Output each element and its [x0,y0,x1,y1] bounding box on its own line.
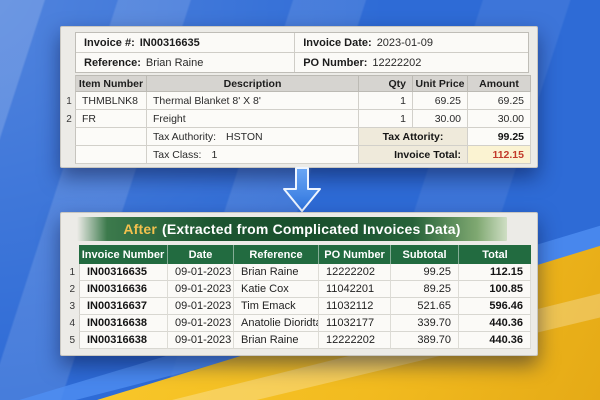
invoice-number-value: IN00316635 [140,37,200,49]
row-number-header [63,245,79,264]
col-header-amount: Amount [468,75,531,92]
reference-cell: Tim Emack [234,298,319,315]
invoice-total-value-cell: 112.15 [468,146,531,164]
invoice-total-label-cell: Invoice Total: [359,146,468,164]
unit-price-cell: 30.00 [413,110,468,128]
col-header-item-number: Item Number [75,75,147,92]
reference-value: Brian Raine [146,57,203,69]
tax-authority-label: Tax Authority: [153,131,216,143]
invoice-number-cell: IN00316638 [79,315,168,332]
after-banner-highlight: After [123,221,157,237]
qty-cell: 1 [359,92,413,110]
invoice-header-fields: Invoice #: IN00316635 Invoice Date: 2023… [75,32,529,73]
description-cell: Thermal Blanket 8' X 8' [147,92,359,110]
po-number-label: PO Number: [303,57,367,69]
subtotal-cell: 521.65 [391,298,459,315]
amount-cell: 69.25 [468,92,531,110]
invoice-items-table: Item Number Description Qty Unit Price A… [63,75,531,164]
invoice-number-cell: IN00316635 [79,264,168,281]
date-cell: 09-01-2023 [168,298,234,315]
row-number: 2 [63,281,79,298]
date-cell: 09-01-2023 [168,264,234,281]
reference-cell: Katie Cox [234,281,319,298]
item-number-cell-empty [75,146,147,164]
invoice-number-cell: IN00316636 [79,281,168,298]
down-arrow-icon [280,167,324,214]
subtotal-cell: 339.70 [391,315,459,332]
tax-class-value: 1 [211,149,217,161]
subtotal-cell: 389.70 [391,332,459,349]
total-cell: 440.36 [459,315,531,332]
col-header-unit-price: Unit Price [413,75,468,92]
invoice-date-label: Invoice Date: [303,37,371,49]
tax-class-cell: Tax Class: 1 [147,146,359,164]
date-cell: 09-01-2023 [168,281,234,298]
invoice-date-value: 2023-01-09 [377,37,433,49]
item-number-cell: FR [75,110,147,128]
po-number-cell: 11032177 [319,315,391,332]
total-cell: 596.46 [459,298,531,315]
po-number-cell: 11042201 [319,281,391,298]
tax-authority-value: HSTON [226,131,263,143]
po-number-cell: 12222202 [319,332,391,349]
reference-cell: Anatolie Dioridta [234,315,319,332]
item-number-cell-empty [75,128,147,146]
invoice-card: Invoice #: IN00316635 Invoice Date: 2023… [60,26,538,168]
col-header-total: Total [459,245,531,264]
row-number: 2 [63,110,75,128]
row-number: 1 [63,264,79,281]
row-number-header [63,75,75,92]
field-reference: Reference: Brian Raine [76,53,295,72]
row-number [63,146,75,164]
subtotal-cell: 99.25 [391,264,459,281]
field-po-number: PO Number: 12222202 [295,53,528,72]
total-cell: 112.15 [459,264,531,281]
col-header-description: Description [147,75,359,92]
tax-authority-cell: Tax Authority: HSTON [147,128,359,146]
invoice-number-cell: IN00316637 [79,298,168,315]
reference-cell: Brian Raine [234,264,319,281]
po-number-cell: 11032112 [319,298,391,315]
tax-class-label: Tax Class: [153,149,201,161]
invoice-number-cell: IN00316638 [79,332,168,349]
after-table: Invoice Number Date Reference PO Number … [63,245,531,349]
po-number-cell: 12222202 [319,264,391,281]
row-number: 4 [63,315,79,332]
reference-cell: Brian Raine [234,332,319,349]
reference-label: Reference: [84,57,141,69]
total-cell: 100.85 [459,281,531,298]
row-number: 5 [63,332,79,349]
field-invoice-number: Invoice #: IN00316635 [76,33,295,53]
col-header-subtotal: Subtotal [391,245,459,264]
after-card: After (Extracted from Complicated Invoic… [60,212,538,356]
col-header-date: Date [168,245,234,264]
date-cell: 09-01-2023 [168,332,234,349]
po-number-value: 12222202 [372,57,421,69]
col-header-invoice-number: Invoice Number [79,245,168,264]
after-banner-subtitle: (Extracted from Complicated Invoices Dat… [162,221,461,237]
subtotal-cell: 89.25 [391,281,459,298]
after-banner: After (Extracted from Complicated Invoic… [77,217,507,241]
date-cell: 09-01-2023 [168,315,234,332]
col-header-reference: Reference [234,245,319,264]
row-number [63,128,75,146]
unit-price-cell: 69.25 [413,92,468,110]
row-number: 3 [63,298,79,315]
amount-cell: 30.00 [468,110,531,128]
invoice-number-label: Invoice #: [84,37,135,49]
tax-attority-label-cell: Tax Attority: [359,128,468,146]
col-header-po-number: PO Number [319,245,391,264]
row-number: 1 [63,92,75,110]
description-cell: Freight [147,110,359,128]
infographic-canvas: Invoice #: IN00316635 Invoice Date: 2023… [0,0,600,400]
tax-attority-value-cell: 99.25 [468,128,531,146]
item-number-cell: THMBLNK8 [75,92,147,110]
col-header-qty: Qty [359,75,413,92]
total-cell: 440.36 [459,332,531,349]
field-invoice-date: Invoice Date: 2023-01-09 [295,33,528,53]
qty-cell: 1 [359,110,413,128]
